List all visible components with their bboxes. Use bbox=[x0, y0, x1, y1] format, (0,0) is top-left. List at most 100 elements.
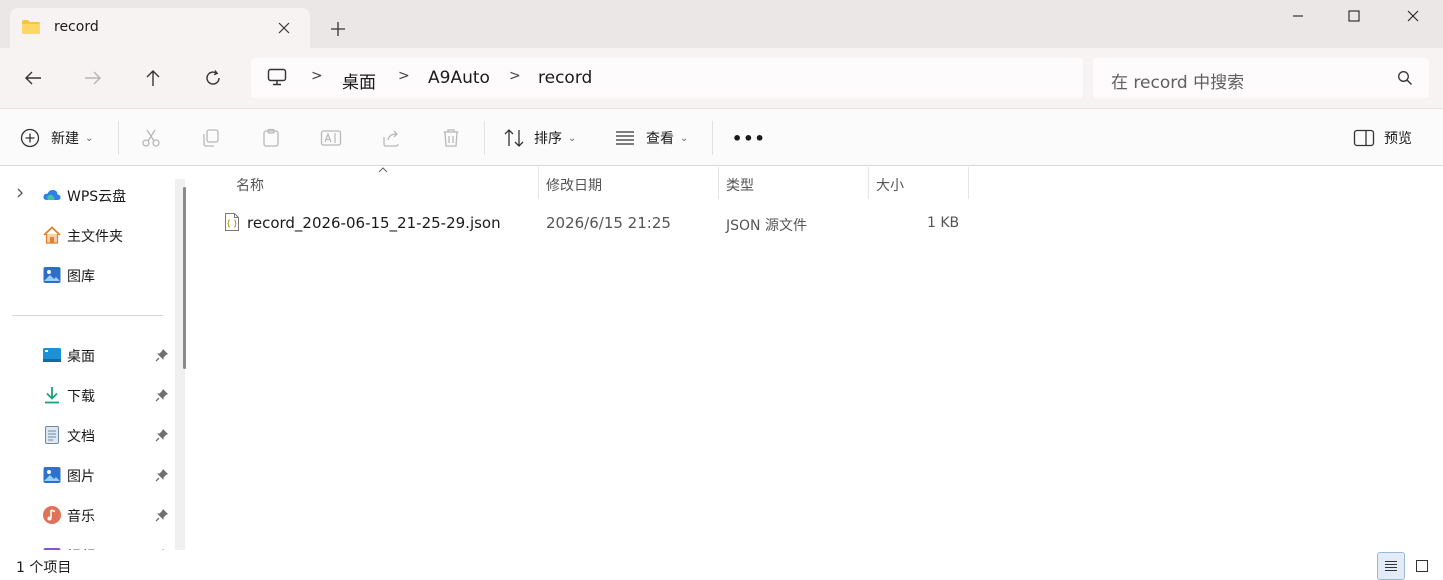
music-icon bbox=[43, 506, 61, 524]
column-header-label: 类型 bbox=[726, 178, 754, 194]
plus-circle-icon bbox=[20, 128, 40, 148]
pin-icon[interactable] bbox=[155, 428, 169, 442]
sidebar-item-downloads[interactable]: 下载 bbox=[0, 379, 180, 411]
preview-pane-icon bbox=[1353, 129, 1375, 147]
more-options-button[interactable]: ••• bbox=[732, 121, 766, 155]
up-arrow-icon[interactable] bbox=[135, 60, 171, 96]
divider bbox=[118, 121, 119, 155]
tab-close-icon[interactable] bbox=[272, 16, 296, 40]
file-name[interactable]: record_2026-06-15_21-25-29.json bbox=[247, 214, 501, 232]
forward-arrow-icon[interactable] bbox=[75, 60, 111, 96]
sort-button[interactable]: 排序 ⌄ bbox=[503, 121, 576, 155]
sidebar-item-desktop[interactable]: 桌面 bbox=[0, 339, 180, 371]
navigation-bar: > 桌面 > A9Auto > record 在 record 中搜索 bbox=[0, 48, 1443, 108]
file-size: 1 KB bbox=[927, 215, 960, 231]
tab-record[interactable]: record bbox=[10, 8, 310, 48]
view-list-icon bbox=[616, 131, 634, 145]
column-divider[interactable] bbox=[968, 167, 969, 199]
breadcrumb-item[interactable]: 桌面 bbox=[342, 68, 376, 93]
cloud-icon bbox=[43, 189, 61, 200]
rename-icon[interactable] bbox=[314, 121, 348, 155]
pin-icon[interactable] bbox=[155, 508, 169, 522]
divider bbox=[712, 121, 713, 155]
pictures-icon bbox=[43, 467, 61, 483]
chevron-right-icon: > bbox=[311, 68, 323, 84]
view-button[interactable]: 查看 ⌄ bbox=[614, 121, 688, 155]
details-view-icon bbox=[1385, 561, 1397, 571]
column-header-label: 大小 bbox=[876, 178, 904, 194]
chevron-right-icon: > bbox=[509, 68, 521, 84]
back-arrow-icon[interactable] bbox=[15, 60, 51, 96]
preview-pane-button[interactable]: 预览 bbox=[1353, 121, 1412, 155]
new-button[interactable]: 新建 ⌄ bbox=[20, 121, 93, 155]
pin-icon[interactable] bbox=[155, 348, 169, 362]
column-header-type[interactable]: 类型 bbox=[719, 167, 868, 199]
table-row[interactable]: record_2026-06-15_21-25-29.json 2026/6/1… bbox=[216, 207, 976, 239]
delete-icon[interactable] bbox=[434, 121, 468, 155]
refresh-icon[interactable] bbox=[195, 60, 231, 96]
chevron-right-icon[interactable] bbox=[16, 187, 24, 202]
column-header-name[interactable]: 名称 bbox=[196, 167, 538, 199]
paste-icon[interactable] bbox=[254, 121, 288, 155]
copy-icon[interactable] bbox=[194, 121, 228, 155]
chevron-right-icon: > bbox=[398, 68, 410, 84]
folder-icon bbox=[22, 20, 40, 34]
sidebar-item-wps-cloud[interactable]: WPS云盘 bbox=[0, 179, 180, 211]
breadcrumb-item[interactable]: record bbox=[538, 68, 592, 88]
sort-label: 排序 bbox=[534, 131, 562, 147]
document-icon bbox=[45, 426, 59, 444]
chevron-down-icon: ⌄ bbox=[568, 132, 577, 144]
computer-icon bbox=[267, 68, 287, 86]
title-bar: record bbox=[0, 0, 1443, 48]
home-icon bbox=[43, 226, 61, 244]
column-header-size[interactable]: 大小 bbox=[869, 167, 968, 199]
column-header-label: 修改日期 bbox=[546, 178, 602, 194]
search-input[interactable]: 在 record 中搜索 bbox=[1093, 58, 1429, 98]
minimize-icon[interactable] bbox=[1278, 4, 1318, 28]
sidebar-item-documents[interactable]: 文档 bbox=[0, 419, 180, 451]
pin-icon[interactable] bbox=[155, 468, 169, 482]
tiles-view-icon bbox=[1416, 560, 1428, 572]
share-icon[interactable] bbox=[374, 121, 408, 155]
sidebar-item-label: 图片 bbox=[67, 469, 95, 485]
search-placeholder: 在 record 中搜索 bbox=[1111, 73, 1245, 93]
maximize-icon[interactable] bbox=[1334, 4, 1374, 28]
pin-icon[interactable] bbox=[155, 388, 169, 402]
sidebar-item-label: 音乐 bbox=[67, 509, 95, 525]
desktop-icon bbox=[43, 348, 61, 362]
sidebar-item-videos[interactable]: 视频 bbox=[0, 539, 180, 550]
new-tab-button[interactable] bbox=[326, 17, 350, 41]
tab-title: record bbox=[54, 19, 99, 35]
cut-icon[interactable] bbox=[134, 121, 168, 155]
sidebar-scroll-thumb[interactable] bbox=[183, 187, 186, 369]
sidebar-item-label: 下载 bbox=[67, 389, 95, 405]
file-list: 名称 修改日期 类型 大小 record_2026-06-15_21-25-29… bbox=[196, 167, 1443, 550]
file-type: JSON 源文件 bbox=[726, 218, 807, 234]
sidebar-item-label: WPS云盘 bbox=[67, 189, 127, 205]
address-bar[interactable]: > 桌面 > A9Auto > record bbox=[251, 58, 1083, 98]
divider bbox=[484, 121, 485, 155]
column-header-modified[interactable]: 修改日期 bbox=[539, 167, 718, 199]
tiles-view-button[interactable] bbox=[1408, 552, 1436, 580]
sidebar-item-label: 桌面 bbox=[67, 349, 95, 365]
search-icon bbox=[1398, 71, 1412, 85]
preview-label: 预览 bbox=[1384, 131, 1412, 147]
breadcrumb-item[interactable]: A9Auto bbox=[428, 68, 490, 88]
chevron-down-icon: ⌄ bbox=[85, 132, 94, 144]
close-icon[interactable] bbox=[1393, 4, 1433, 28]
details-view-button[interactable] bbox=[1377, 552, 1405, 580]
sidebar-item-label: 主文件夹 bbox=[67, 229, 123, 245]
sidebar-item-label: 文档 bbox=[67, 429, 95, 445]
new-label: 新建 bbox=[51, 131, 79, 147]
sidebar-item-label: 图库 bbox=[67, 269, 95, 285]
sidebar-item-pictures[interactable]: 图片 bbox=[0, 459, 180, 491]
sidebar-item-gallery[interactable]: 图库 bbox=[0, 259, 180, 291]
chevron-down-icon: ⌄ bbox=[680, 132, 689, 144]
gallery-icon bbox=[43, 267, 61, 283]
download-icon bbox=[45, 387, 59, 404]
divider bbox=[12, 315, 163, 316]
view-label: 查看 bbox=[646, 131, 674, 147]
sidebar-item-home[interactable]: 主文件夹 bbox=[0, 219, 180, 251]
sidebar-item-music[interactable]: 音乐 bbox=[0, 499, 180, 531]
json-file-icon bbox=[225, 213, 239, 231]
